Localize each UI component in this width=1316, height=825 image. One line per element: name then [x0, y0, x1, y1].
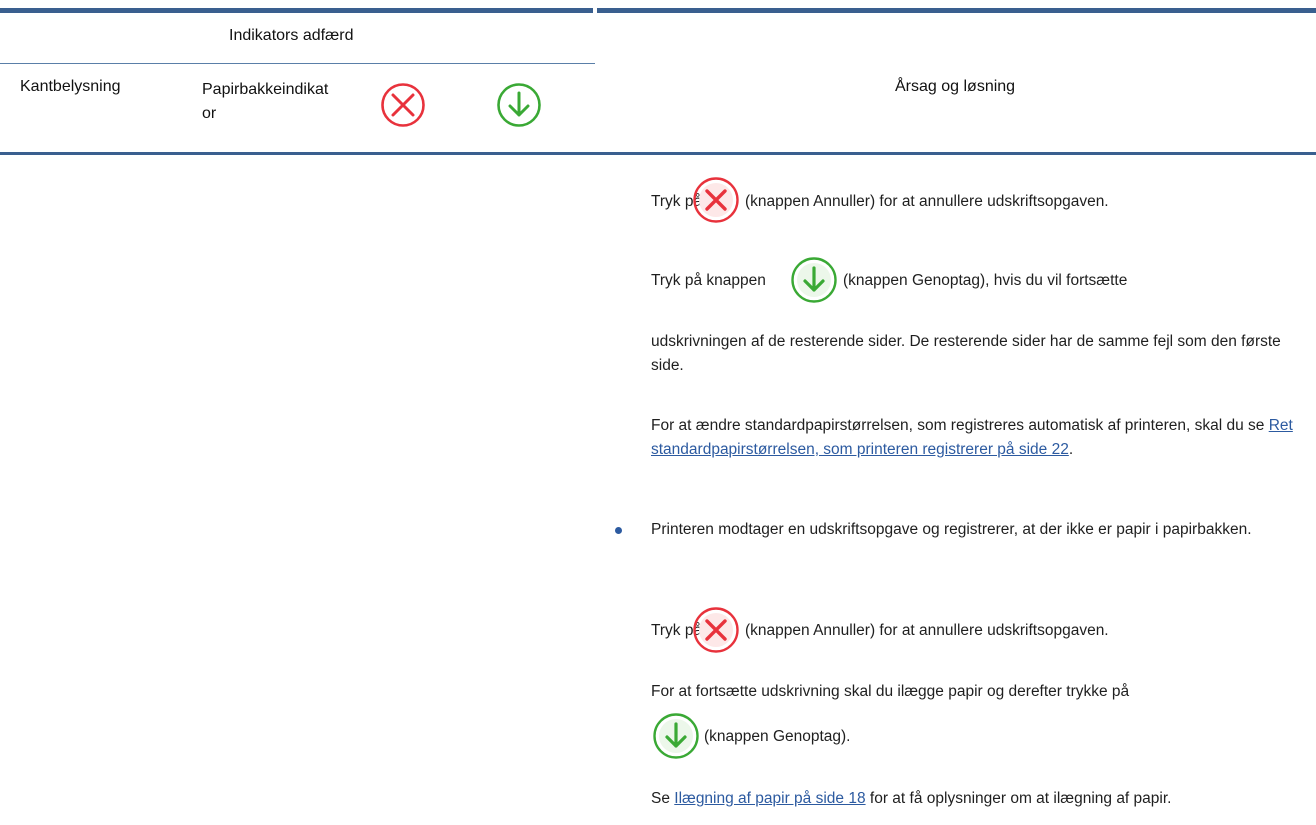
header-bottom-rule	[0, 152, 1316, 155]
load-paper-instruction-tail: (knappen Genoptag).	[704, 728, 851, 745]
bullet-marker	[615, 527, 622, 534]
resume-icon	[790, 256, 838, 309]
cancel-icon	[692, 606, 740, 659]
column-edge-lighting: Kantbelysning	[20, 78, 121, 95]
load-paper-link[interactable]: Ilægning af papir på side 18	[674, 790, 865, 807]
cancel-icon	[692, 176, 740, 229]
resume-instruction-tail: (knappen Genoptag), hvis du vil fortsætt…	[843, 272, 1128, 289]
load-paper-instruction: For at fortsætte udskrivning skal du ilæ…	[651, 683, 1130, 700]
group-title: Indikators adfærd	[229, 27, 354, 44]
resume-instruction-lead: Tryk på knappen	[651, 272, 766, 289]
cancel-instruction-1-text: (knappen Annuller) for at annullere udsk…	[745, 193, 1109, 210]
load-paper-reference: Se Ilægning af papir på side 18 for at f…	[651, 790, 1172, 807]
column-tray-indicator: Papirbakkeindikat or	[202, 81, 329, 122]
table-top-rule-right	[597, 8, 1316, 13]
resume-icon	[496, 82, 542, 133]
group-separator	[0, 63, 595, 64]
resume-icon	[652, 712, 700, 765]
no-paper-bullet: Printeren modtager en udskriftsopgave og…	[651, 521, 1252, 538]
table-top-rule-left	[0, 8, 593, 13]
column-cause-solution: Årsag og løsning	[895, 78, 1016, 95]
cancel-icon	[380, 82, 426, 133]
resume-instruction-continuation: udskrivningen af de resterende sider. De…	[651, 333, 1281, 374]
cancel-instruction-2-text: (knappen Annuller) for at annullere udsk…	[745, 622, 1109, 639]
paper-size-paragraph: For at ændre standardpapirstørrelsen, so…	[651, 417, 1293, 458]
